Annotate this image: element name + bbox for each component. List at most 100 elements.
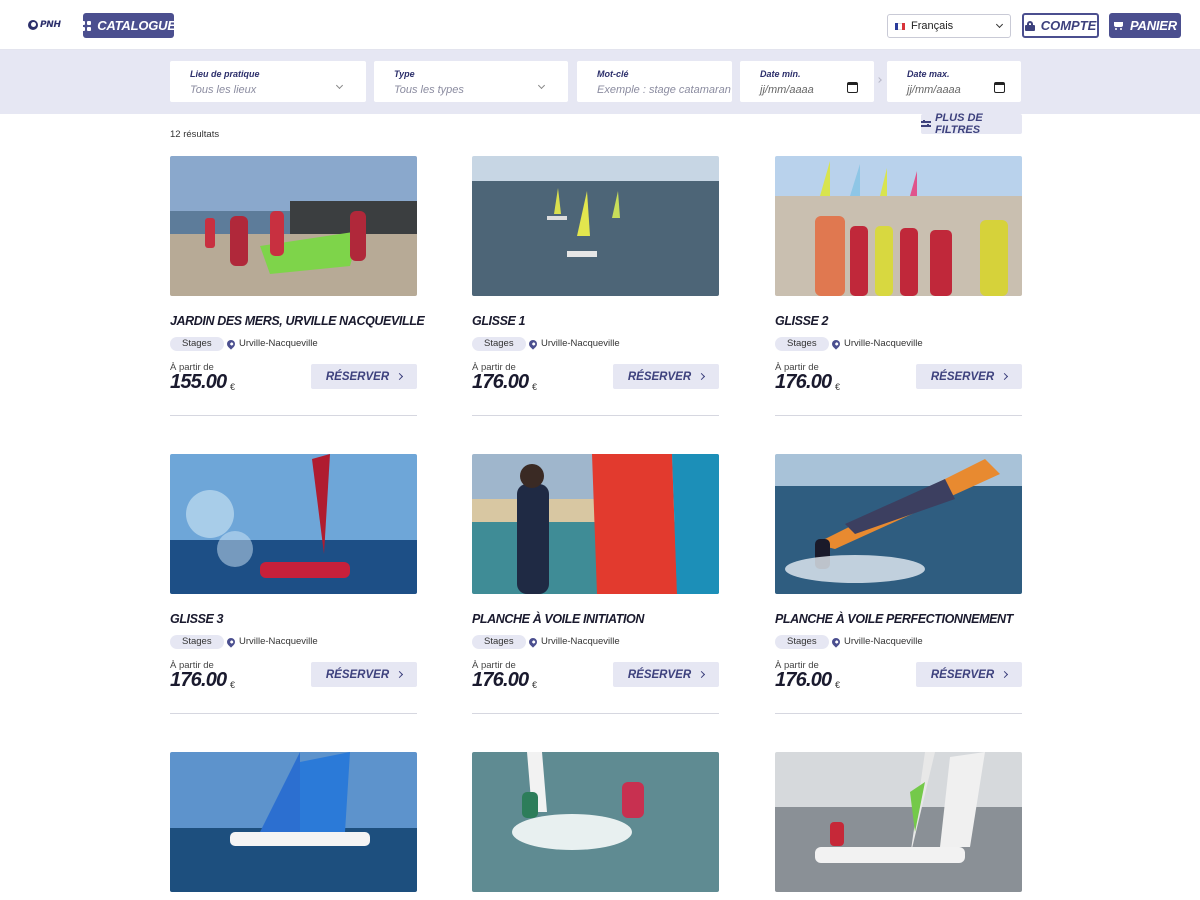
card-divider (170, 415, 417, 416)
product-photo[interactable] (472, 454, 719, 594)
chevron-right-icon (698, 372, 706, 381)
product-photo[interactable] (775, 752, 1022, 892)
chevron-right-icon (396, 372, 404, 381)
product-photo[interactable] (775, 156, 1022, 296)
product-photo-image (775, 752, 1022, 892)
product-photo-image (775, 454, 1022, 594)
price-value: 176.00 (472, 669, 529, 691)
product-title[interactable]: Jardin des mers, Urville Nacqueville (170, 314, 425, 328)
currency-symbol: € (230, 680, 236, 690)
sliders-icon (921, 120, 932, 128)
map-pin-icon (527, 338, 539, 350)
product-photo[interactable] (472, 752, 719, 892)
product-card[interactable]: Glisse 2 Stages Urville-Nacqueville À parti… (775, 156, 1022, 416)
top-header: PNH Catalogue Français Compte Panier (0, 0, 1200, 50)
price-value: 176.00 (170, 669, 227, 691)
reserve-label: Réserver (627, 370, 692, 383)
product-title[interactable]: Glisse 3 (170, 612, 223, 626)
reserve-button[interactable]: Réserver (613, 662, 719, 687)
map-pin-icon (830, 636, 842, 648)
reserve-button[interactable]: Réserver (916, 364, 1022, 389)
location-info: Urville-Nacqueville (830, 635, 923, 649)
chevron-right-icon (1001, 372, 1009, 381)
category-badge: Stages (472, 337, 526, 351)
card-divider (170, 713, 417, 714)
french-flag-icon (895, 22, 905, 30)
currency-symbol: € (532, 382, 538, 392)
reserve-button[interactable]: Réserver (311, 662, 417, 687)
product-card[interactable] (170, 752, 417, 892)
product-photo-image (775, 156, 1022, 296)
product-photo-image (170, 454, 417, 594)
type-filter[interactable]: Type Tous les types (374, 61, 568, 102)
cart-button[interactable]: Panier (1109, 13, 1181, 38)
keyword-input[interactable]: Exemple : stage catamaran (597, 84, 732, 96)
product-photo-image (472, 454, 719, 594)
language-select[interactable]: Français (887, 14, 1011, 38)
chevron-down-icon (995, 20, 1004, 29)
filter-bar: Lieu de pratique Tous les lieux Type Tou… (0, 50, 1200, 114)
calendar-icon[interactable] (847, 82, 858, 93)
product-card[interactable]: Jardin des mers, Urville Nacqueville Stag… (170, 156, 425, 416)
product-title[interactable]: Planche à voile initiation (472, 612, 644, 626)
product-title[interactable]: Glisse 1 (472, 314, 525, 328)
reserve-button[interactable]: Réserver (916, 662, 1022, 687)
product-card[interactable]: Glisse 3 Stages Urville-Nacqueville À parti… (170, 454, 417, 714)
category-badge: Stages (170, 337, 224, 351)
location-filter[interactable]: Lieu de pratique Tous les lieux (170, 61, 366, 102)
product-photo[interactable] (472, 156, 719, 296)
date-max-filter[interactable]: Date max. jj/mm/aaaa (887, 61, 1021, 102)
category-badge: Stages (775, 635, 829, 649)
more-filters-label: Plus de filtres (935, 112, 983, 136)
product-photo-image (472, 156, 719, 296)
date-max-label: Date max. (907, 69, 950, 79)
product-card[interactable] (472, 752, 719, 892)
product-photo[interactable] (170, 156, 417, 296)
currency-symbol: € (230, 382, 236, 392)
product-photo[interactable] (775, 454, 1022, 594)
product-photo[interactable] (170, 752, 417, 892)
product-photo-image (170, 156, 417, 296)
map-pin-icon (225, 338, 237, 350)
reserve-button[interactable]: Réserver (613, 364, 719, 389)
product-card[interactable]: Planche à voile perfectionnement Stages Ur… (775, 454, 1022, 714)
product-photo-image (472, 752, 719, 892)
account-button[interactable]: Compte (1022, 13, 1099, 38)
currency-symbol: € (835, 382, 841, 392)
catalogue-button[interactable]: Catalogue (81, 13, 176, 38)
chevron-right-icon (1001, 670, 1009, 679)
location-info: Urville-Nacqueville (830, 337, 923, 351)
card-divider (472, 713, 719, 714)
date-min-filter[interactable]: Date min. jj/mm/aaaa (740, 61, 874, 102)
calendar-icon[interactable] (994, 82, 1005, 93)
category-badge: Stages (472, 635, 526, 649)
category-badge: Stages (170, 635, 224, 649)
product-card[interactable]: Planche à voile initiation Stages Urville-… (472, 454, 719, 714)
location-info: Urville-Nacqueville (527, 337, 620, 351)
map-pin-icon (830, 338, 842, 350)
product-photo[interactable] (170, 454, 417, 594)
location-label: Urville-Nacqueville (844, 636, 923, 647)
chevron-right-icon (396, 670, 404, 679)
grid-icon (81, 20, 92, 31)
product-card[interactable]: Glisse 1 Stages Urville-Nacqueville À parti… (472, 156, 719, 416)
reserve-label: Réserver (930, 370, 995, 383)
catalogue-label: Catalogue (97, 18, 176, 33)
map-pin-icon (225, 636, 237, 648)
more-filters-button[interactable]: Plus de filtres (921, 112, 1022, 136)
location-label: Urville-Nacqueville (844, 338, 923, 349)
category-badge: Stages (775, 337, 829, 351)
reserve-button[interactable]: Réserver (311, 364, 417, 389)
pnh-logo[interactable]: PNH (28, 18, 62, 32)
product-card[interactable] (775, 752, 1022, 892)
reserve-label: Réserver (930, 668, 995, 681)
price-value: 155.00 (170, 371, 227, 393)
type-filter-label: Type (394, 69, 415, 79)
product-title[interactable]: Glisse 2 (775, 314, 828, 328)
product-title[interactable]: Planche à voile perfectionnement (775, 612, 1013, 626)
logo-mark-icon (28, 20, 38, 30)
price-value: 176.00 (775, 669, 832, 691)
product-photo-image (170, 752, 417, 892)
keyword-filter[interactable]: Mot-clé Exemple : stage catamaran (577, 61, 732, 102)
reserve-label: Réserver (325, 370, 390, 383)
